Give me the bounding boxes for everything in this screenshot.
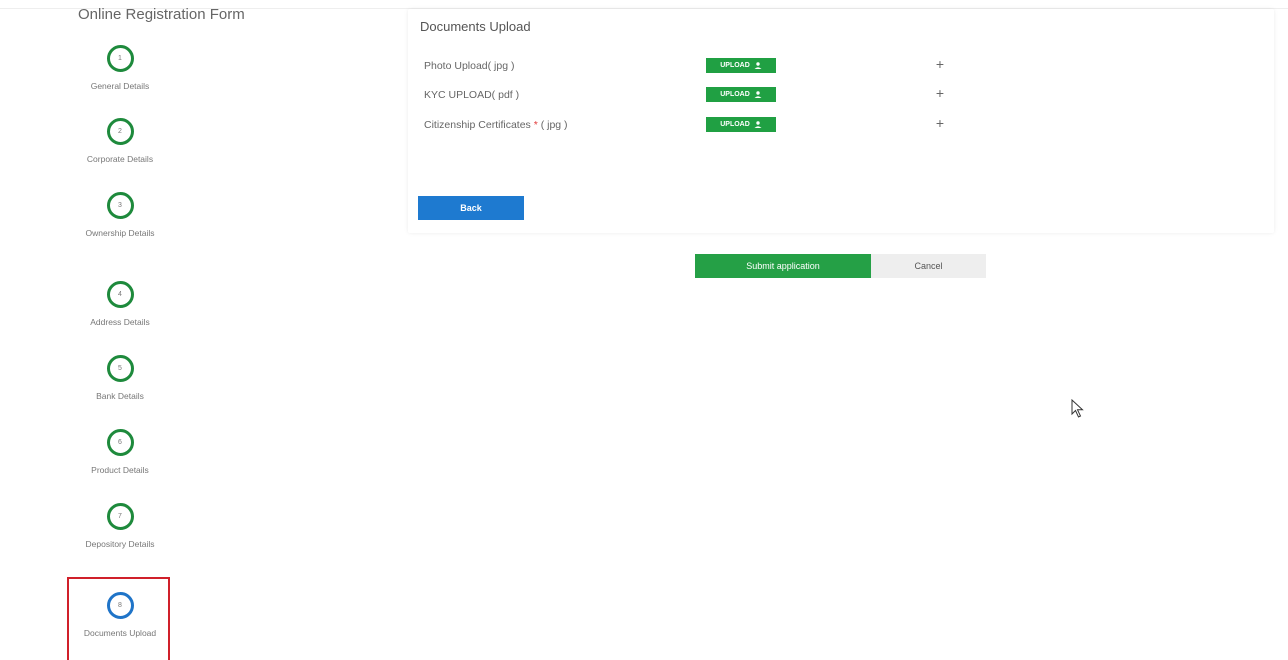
step-product-details[interactable]: 6 Product Details: [65, 429, 175, 477]
step-address-details[interactable]: 4 Address Details: [65, 281, 175, 329]
step-number-icon: 6: [106, 429, 134, 456]
document-label: Citizenship Certificates * ( jpg ): [424, 119, 568, 131]
step-depository-details[interactable]: 7 Depository Details: [78, 503, 162, 551]
upload-person-icon: [754, 121, 762, 128]
cancel-button[interactable]: Cancel: [871, 254, 986, 278]
mouse-cursor-icon: [1071, 399, 1084, 418]
document-row-photo: Photo Upload( jpg ) UPLOAD +: [424, 56, 1264, 78]
step-number-icon: 2: [106, 118, 134, 145]
upload-citizenship-button[interactable]: UPLOAD: [706, 117, 776, 132]
submit-application-button[interactable]: Submit application: [695, 254, 871, 278]
step-number-icon: 3: [106, 192, 134, 219]
step-label: Bank Details: [96, 391, 144, 401]
panel-title: Documents Upload: [420, 19, 531, 34]
active-step-highlight: [67, 577, 170, 660]
document-label: Photo Upload( jpg ): [424, 60, 515, 72]
document-label: KYC UPLOAD( pdf ): [424, 89, 520, 101]
plus-icon[interactable]: +: [932, 56, 948, 72]
plus-icon[interactable]: +: [932, 115, 948, 131]
plus-icon[interactable]: +: [932, 85, 948, 101]
step-bank-details[interactable]: 5 Bank Details: [65, 355, 175, 403]
step-number-icon: 7: [106, 503, 134, 530]
documents-upload-panel: Documents Upload Photo Upload( jpg ) UPL…: [408, 9, 1274, 233]
step-general-details[interactable]: 1 General Details: [65, 45, 175, 93]
step-label: Address Details: [90, 317, 150, 327]
step-label: Ownership Details: [85, 228, 155, 238]
upload-person-icon: [754, 62, 762, 69]
step-label: Corporate Details: [86, 154, 154, 164]
form-title: Online Registration Form: [78, 6, 245, 23]
step-number-icon: 4: [106, 281, 134, 308]
document-row-kyc: KYC UPLOAD( pdf ) UPLOAD +: [424, 85, 1264, 107]
step-corporate-details[interactable]: 2 Corporate Details: [65, 118, 175, 166]
step-ownership-details[interactable]: 3 Ownership Details: [78, 192, 162, 240]
step-label: Depository Details: [85, 539, 155, 549]
upload-person-icon: [754, 91, 762, 98]
upload-kyc-button[interactable]: UPLOAD: [706, 87, 776, 102]
document-row-citizenship: Citizenship Certificates * ( jpg ) UPLOA…: [424, 115, 1264, 137]
step-number-icon: 1: [106, 45, 134, 72]
required-marker: *: [530, 119, 541, 131]
step-label: Product Details: [91, 465, 149, 475]
step-label: General Details: [90, 81, 150, 91]
step-number-icon: 5: [106, 355, 134, 382]
upload-photo-button[interactable]: UPLOAD: [706, 58, 776, 73]
back-button[interactable]: Back: [418, 196, 524, 220]
